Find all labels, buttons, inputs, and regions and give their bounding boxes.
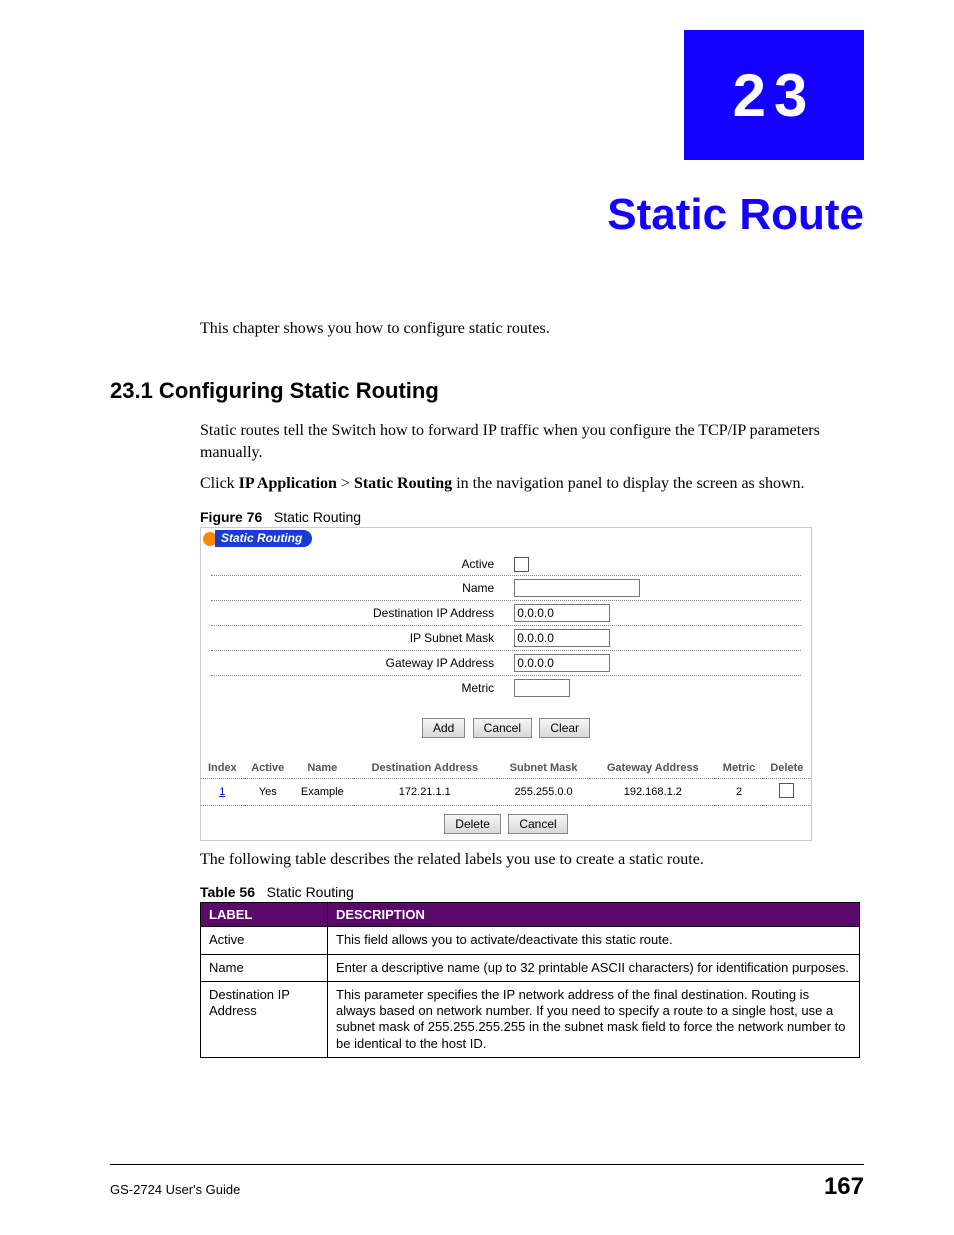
lbl-gw: Gateway IP Address <box>211 656 514 670</box>
chapter-title: Static Route <box>607 190 864 240</box>
table-row: Active This field allows you to activate… <box>201 927 860 954</box>
active-checkbox[interactable] <box>514 557 529 572</box>
lbl-name: Name <box>211 581 514 595</box>
desc-th-desc: DESCRIPTION <box>328 903 860 927</box>
th-gw: Gateway Address <box>590 758 715 779</box>
lbl-active: Active <box>211 557 514 571</box>
figure-static-routing: Static Routing Active Name Destination I… <box>200 527 812 841</box>
section-heading: 23.1 Configuring Static Routing <box>110 378 864 404</box>
table-row: Name Enter a descriptive name (up to 32 … <box>201 954 860 981</box>
th-metric: Metric <box>715 758 762 779</box>
after-figure-text: The following table describes the relate… <box>200 849 864 871</box>
row-index-link[interactable]: 1 <box>219 786 225 798</box>
routes-list-table: Index Active Name Destination Address Su… <box>201 758 811 806</box>
metric-input[interactable] <box>514 679 570 697</box>
desc-th-label: LABEL <box>201 903 328 927</box>
delete-button[interactable]: Delete <box>444 814 501 834</box>
footer-rule <box>110 1164 864 1165</box>
desc-text: Enter a descriptive name (up to 32 print… <box>328 954 860 981</box>
footer-doc-title: GS-2724 User's Guide <box>110 1182 240 1197</box>
row-name: Example <box>292 778 353 805</box>
th-mask: Subnet Mask <box>497 758 591 779</box>
gateway-ip-input[interactable] <box>514 654 610 672</box>
footer-page-number: 167 <box>824 1173 864 1201</box>
desc-text: This field allows you to activate/deacti… <box>328 927 860 954</box>
th-delete: Delete <box>763 758 811 779</box>
p2-pre: Click <box>200 475 239 492</box>
desc-label: Destination IP Address <box>201 981 328 1057</box>
lbl-dest: Destination IP Address <box>211 606 514 620</box>
th-index: Index <box>201 758 244 779</box>
desc-label: Name <box>201 954 328 981</box>
row-metric: 2 <box>715 778 762 805</box>
row-delete-checkbox[interactable] <box>779 783 794 798</box>
name-input[interactable] <box>514 579 640 597</box>
figure-caption-label: Figure 76 <box>200 509 262 525</box>
desc-text: This parameter specifies the IP network … <box>328 981 860 1057</box>
th-active: Active <box>244 758 292 779</box>
th-dest: Destination Address <box>353 758 497 779</box>
cancel2-button[interactable]: Cancel <box>508 814 567 834</box>
clear-button[interactable]: Clear <box>539 718 590 738</box>
table-caption-text: Static Routing <box>267 884 354 900</box>
section-p2: Click IP Application > Static Routing in… <box>200 473 864 495</box>
chapter-intro: This chapter shows you how to configure … <box>200 320 864 338</box>
panel-title: Static Routing <box>215 530 312 547</box>
table-row: 1 Yes Example 172.21.1.1 255.255.0.0 192… <box>201 778 811 805</box>
figure-caption-text: Static Routing <box>274 509 361 525</box>
chapter-number-box: 23 <box>684 30 864 160</box>
table-caption: Table 56 Static Routing <box>200 884 864 900</box>
cancel-button[interactable]: Cancel <box>473 718 532 738</box>
row-gw: 192.168.1.2 <box>590 778 715 805</box>
p2-mid: > <box>337 475 354 492</box>
p2-b1: IP Application <box>239 475 337 492</box>
p2-b2: Static Routing <box>354 475 452 492</box>
section-p1: Static routes tell the Switch how to for… <box>200 420 864 463</box>
dest-ip-input[interactable] <box>514 604 610 622</box>
description-table: LABEL DESCRIPTION Active This field allo… <box>200 902 860 1058</box>
subnet-mask-input[interactable] <box>514 629 610 647</box>
desc-label: Active <box>201 927 328 954</box>
table-row: Destination IP Address This parameter sp… <box>201 981 860 1057</box>
figure-caption: Figure 76 Static Routing <box>200 509 864 525</box>
row-dest: 172.21.1.1 <box>353 778 497 805</box>
th-name: Name <box>292 758 353 779</box>
lbl-metric: Metric <box>211 681 514 695</box>
table-caption-label: Table 56 <box>200 884 255 900</box>
add-button[interactable]: Add <box>422 718 465 738</box>
p2-post: in the navigation panel to display the s… <box>452 475 804 492</box>
row-mask: 255.255.0.0 <box>497 778 591 805</box>
lbl-mask: IP Subnet Mask <box>211 631 514 645</box>
row-active: Yes <box>244 778 292 805</box>
